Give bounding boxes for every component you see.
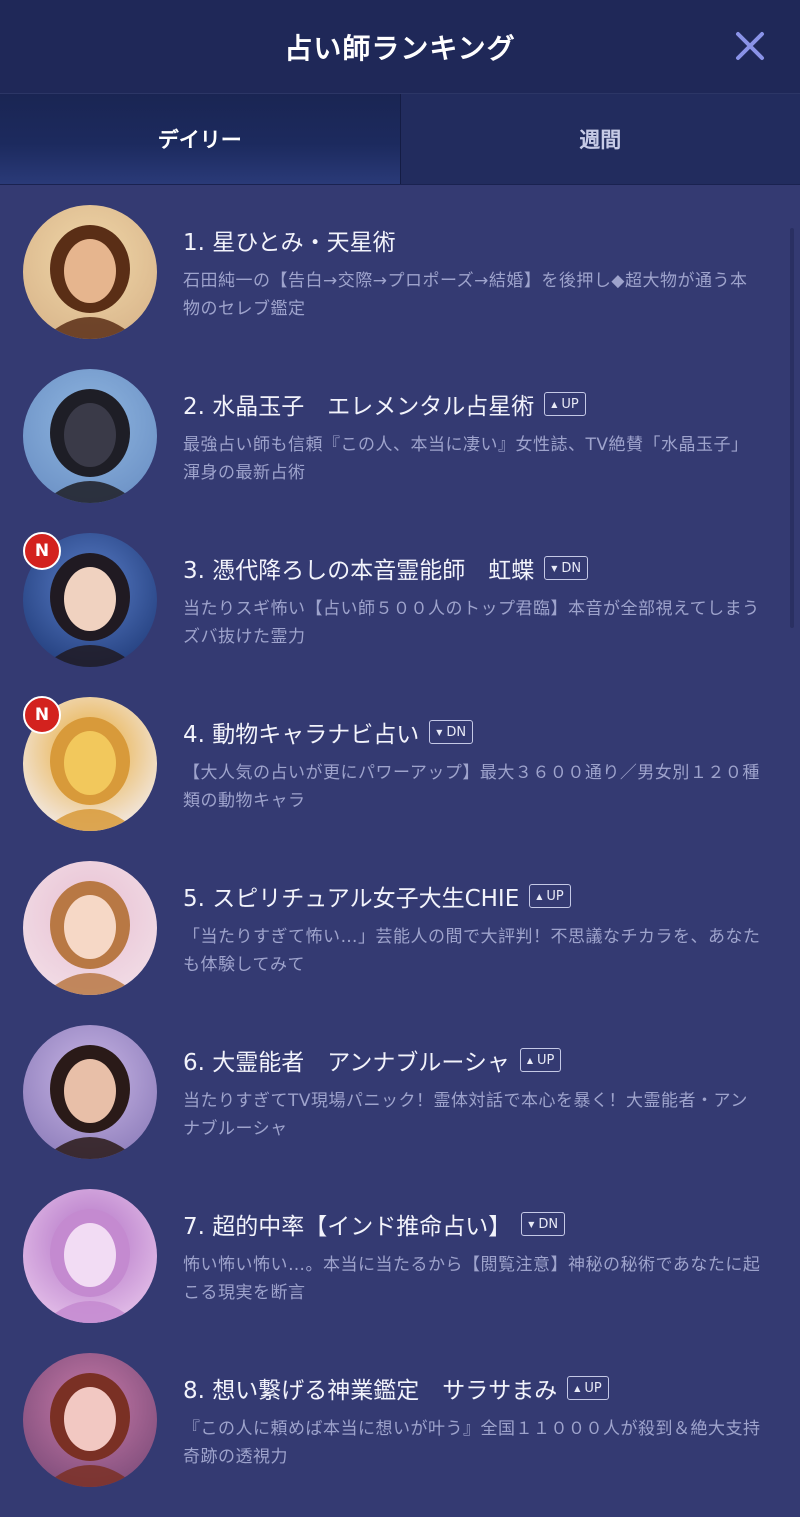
triangle-down-icon: ▼: [551, 564, 557, 573]
item-description: 【大人気の占いが更にパワーアップ】最大３６００通り／男女別１２０種類の動物キャラ: [183, 759, 763, 815]
rank-change-badge: ▲ UP: [567, 1376, 609, 1400]
item-description: 怖い怖い怖い…。本当に当たるから【閲覧注意】神秘の秘術であなたに起こる現実を断言: [183, 1251, 763, 1307]
avatar-image: [23, 1189, 157, 1323]
item-title[interactable]: 8. 想い繋げる神業鑑定 サラサまみ: [183, 1371, 557, 1405]
list-item[interactable]: N 3. 憑代降ろしの本音霊能師 虹蝶 ▼ DN 当たりスギ怖い【占い師５００人のトップ…: [0, 533, 800, 697]
item-description: 当たりすぎてTV現場パニック！霊体対話で本心を暴く！大霊能者・アンナブルーシャ: [183, 1087, 763, 1143]
avatar-image: [23, 1025, 157, 1159]
rank-change-label: UP: [546, 889, 563, 904]
item-title[interactable]: 7. 超的中率【インド推命占い】: [183, 1207, 511, 1241]
list-item[interactable]: N 4. 動物キャラナビ占い ▼ DN 【大人気の占いが更にパワーアップ】最大３６００通…: [0, 697, 800, 861]
triangle-up-icon: ▲: [574, 1384, 580, 1393]
item-description: 最強占い師も信頼『この人、本当に凄い』女性誌、TV絶賛「水晶玉子」渾身の最新占術: [183, 431, 763, 487]
avatar[interactable]: [23, 1353, 157, 1487]
title-row: 1. 星ひとみ・天星術: [183, 223, 763, 257]
tab-bar: デイリー 週間: [0, 93, 800, 185]
avatar[interactable]: [23, 861, 157, 995]
rank-change-badge: ▲ UP: [529, 884, 571, 908]
triangle-up-icon: ▲: [527, 1056, 533, 1065]
rank-change-label: UP: [584, 1381, 601, 1396]
item-description: 当たりスギ怖い【占い師５００人のトップ君臨】本音が全部視えてしまうズバ抜けた霊力: [183, 595, 763, 651]
tab-daily[interactable]: デイリー: [0, 94, 401, 184]
title-row: 6. 大霊能者 アンナブルーシャ ▲ UP: [183, 1043, 763, 1077]
new-badge: N: [23, 532, 61, 570]
item-info: 1. 星ひとみ・天星術石田純一の【告白→交際→プロポーズ→結婚】を後押し◆超大物…: [183, 223, 763, 323]
ranking-list: 1. 星ひとみ・天星術石田純一の【告白→交際→プロポーズ→結婚】を後押し◆超大物…: [0, 185, 800, 1517]
item-info: 3. 憑代降ろしの本音霊能師 虹蝶 ▼ DN 当たりスギ怖い【占い師５００人のトップ君…: [183, 551, 763, 651]
list-item[interactable]: 8. 想い繋げる神業鑑定 サラサまみ ▲ UP 『この人に頼めば本当に想いが叶う』全国…: [0, 1353, 800, 1517]
close-button[interactable]: [734, 30, 766, 62]
rank-change-label: DN: [538, 1217, 558, 1232]
avatar-image: [23, 369, 157, 503]
avatar-image: [23, 1353, 157, 1487]
item-info: 2. 水晶玉子 エレメンタル占星術 ▲ UP 最強占い師も信頼『この人、本当に凄い』女…: [183, 387, 763, 487]
item-info: 6. 大霊能者 アンナブルーシャ ▲ UP 当たりすぎてTV現場パニック！霊体対話で本…: [183, 1043, 763, 1143]
rank-change-badge: ▲ UP: [544, 392, 586, 416]
item-title[interactable]: 4. 動物キャラナビ占い: [183, 715, 419, 749]
rank-change-label: UP: [537, 1053, 554, 1068]
triangle-up-icon: ▲: [536, 892, 542, 901]
new-badge: N: [23, 696, 61, 734]
tab-weekly[interactable]: 週間: [401, 94, 800, 184]
triangle-up-icon: ▲: [551, 400, 557, 409]
avatar[interactable]: [23, 369, 157, 503]
avatar[interactable]: [23, 205, 157, 339]
list-item[interactable]: 1. 星ひとみ・天星術石田純一の【告白→交際→プロポーズ→結婚】を後押し◆超大物…: [0, 205, 800, 369]
item-description: 石田純一の【告白→交際→プロポーズ→結婚】を後押し◆超大物が通う本物のセレブ鑑定: [183, 267, 763, 323]
item-description: 『この人に頼めば本当に想いが叶う』全国１１０００人が殺到＆絶大支持 奇跡の透視力: [183, 1415, 763, 1471]
item-title[interactable]: 6. 大霊能者 アンナブルーシャ: [183, 1043, 510, 1077]
rank-change-label: UP: [561, 397, 578, 412]
avatar[interactable]: [23, 1189, 157, 1323]
item-info: 8. 想い繋げる神業鑑定 サラサまみ ▲ UP 『この人に頼めば本当に想いが叶う』全国…: [183, 1371, 763, 1471]
title-row: 3. 憑代降ろしの本音霊能師 虹蝶 ▼ DN: [183, 551, 763, 585]
item-title[interactable]: 2. 水晶玉子 エレメンタル占星術: [183, 387, 534, 421]
header-bar: 占い師ランキング: [0, 0, 800, 93]
item-title[interactable]: 1. 星ひとみ・天星術: [183, 223, 396, 257]
title-row: 7. 超的中率【インド推命占い】 ▼ DN: [183, 1207, 763, 1241]
item-info: 5. スピリチュアル女子大生CHIE ▲ UP 「当たりすぎて怖い…」芸能人の間で大評…: [183, 879, 763, 979]
item-title[interactable]: 5. スピリチュアル女子大生CHIE: [183, 879, 519, 913]
rank-change-badge: ▼ DN: [544, 556, 588, 580]
item-info: 7. 超的中率【インド推命占い】 ▼ DN 怖い怖い怖い…。本当に当たるから【閲覧注意…: [183, 1207, 763, 1307]
list-item[interactable]: 7. 超的中率【インド推命占い】 ▼ DN 怖い怖い怖い…。本当に当たるから【閲覧注意…: [0, 1189, 800, 1353]
avatar-image: [23, 205, 157, 339]
close-icon[interactable]: [734, 30, 766, 62]
scrollbar[interactable]: [790, 228, 794, 628]
rank-change-badge: ▲ UP: [520, 1048, 562, 1072]
title-row: 5. スピリチュアル女子大生CHIE ▲ UP: [183, 879, 763, 913]
list-item[interactable]: 6. 大霊能者 アンナブルーシャ ▲ UP 当たりすぎてTV現場パニック！霊体対話で本…: [0, 1025, 800, 1189]
title-row: 8. 想い繋げる神業鑑定 サラサまみ ▲ UP: [183, 1371, 763, 1405]
avatar[interactable]: [23, 1025, 157, 1159]
avatar-image: [23, 861, 157, 995]
page-title: 占い師ランキング: [284, 27, 515, 67]
rank-change-label: DN: [561, 561, 581, 576]
list-item[interactable]: 5. スピリチュアル女子大生CHIE ▲ UP 「当たりすぎて怖い…」芸能人の間で大評…: [0, 861, 800, 1025]
list-item[interactable]: 2. 水晶玉子 エレメンタル占星術 ▲ UP 最強占い師も信頼『この人、本当に凄い』女…: [0, 369, 800, 533]
title-row: 2. 水晶玉子 エレメンタル占星術 ▲ UP: [183, 387, 763, 421]
rank-change-badge: ▼ DN: [429, 720, 473, 744]
rank-change-badge: ▼ DN: [521, 1212, 565, 1236]
item-info: 4. 動物キャラナビ占い ▼ DN 【大人気の占いが更にパワーアップ】最大３６００通り…: [183, 715, 763, 815]
item-title[interactable]: 3. 憑代降ろしの本音霊能師 虹蝶: [183, 551, 534, 585]
triangle-down-icon: ▼: [436, 728, 442, 737]
triangle-down-icon: ▼: [528, 1220, 534, 1229]
item-description: 「当たりすぎて怖い…」芸能人の間で大評判！不思議なチカラを、あなたも体験してみて: [183, 923, 763, 979]
title-row: 4. 動物キャラナビ占い ▼ DN: [183, 715, 763, 749]
rank-change-label: DN: [446, 725, 466, 740]
